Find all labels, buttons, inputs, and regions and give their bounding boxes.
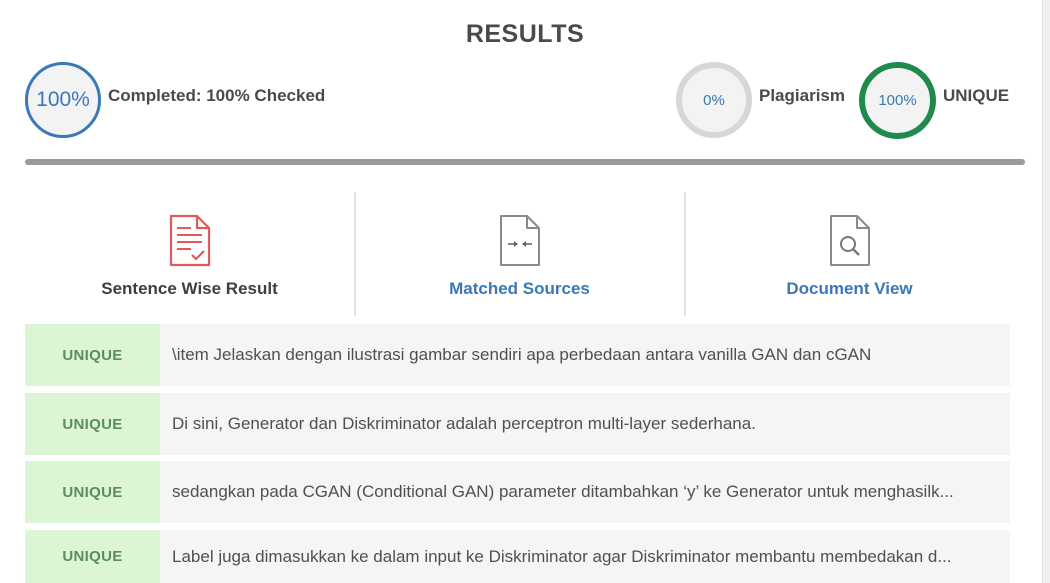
tab-sentence-wise-result[interactable]: Sentence Wise Result [25, 192, 354, 316]
sentence-text: Di sini, Generator dan Diskriminator ada… [172, 414, 756, 433]
unique-badge: UNIQUE [25, 530, 160, 583]
document-compare-icon [499, 215, 540, 266]
completed-percent: 100% [36, 88, 90, 111]
result-row[interactable]: UNIQUE \item Jelaskan dengan ilustrasi g… [25, 324, 1010, 386]
unique-badge: UNIQUE [25, 393, 160, 455]
result-row[interactable]: UNIQUE sedangkan pada CGAN (Conditional … [25, 461, 1010, 523]
sentence-text: Label juga dimasukkan ke dalam input ke … [172, 546, 952, 566]
sentence-text: sedangkan pada CGAN (Conditional GAN) pa… [172, 482, 954, 501]
document-check-icon [169, 214, 210, 267]
tab-document-view[interactable]: Document View [684, 192, 1013, 316]
unique-percent: 100% [878, 92, 917, 109]
scrollbar-track[interactable] [1042, 0, 1050, 583]
unique-label: UNIQUE [943, 86, 1010, 105]
result-row[interactable]: UNIQUE Di sini, Generator dan Diskrimina… [25, 393, 1010, 455]
sentence-text: \item Jelaskan dengan ilustrasi gambar s… [172, 345, 872, 364]
tab-label: Document View [786, 279, 913, 298]
page-title: RESULTS [465, 20, 585, 48]
plagiarism-percent: 0% [703, 91, 725, 109]
plagiarism-progress-ring: 0% [676, 62, 752, 138]
tab-label: Matched Sources [449, 279, 590, 298]
completed-label: Completed: 100% Checked [108, 86, 326, 105]
unique-progress-ring: 100% [859, 62, 936, 139]
unique-badge: UNIQUE [25, 461, 160, 523]
result-row[interactable]: UNIQUE Label juga dimasukkan ke dalam in… [25, 530, 1010, 583]
unique-badge: UNIQUE [25, 324, 160, 386]
document-search-icon [829, 215, 870, 266]
tab-label: Sentence Wise Result [101, 279, 278, 298]
section-divider [25, 159, 1025, 165]
completed-progress-ring: 100% [25, 62, 101, 138]
plagiarism-label: Plagiarism [759, 86, 845, 105]
tab-matched-sources[interactable]: Matched Sources [354, 192, 683, 316]
